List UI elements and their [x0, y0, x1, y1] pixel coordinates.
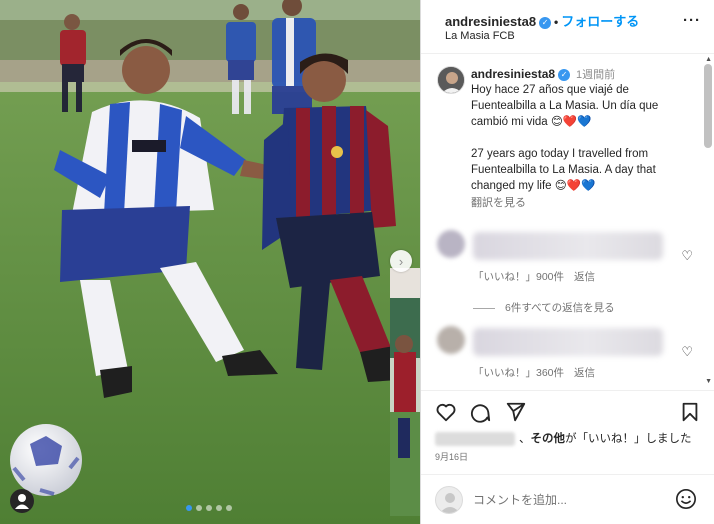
- post-details-panel: andresiniesta8 ✓ • フォローする La Masia FCB ··· …: [420, 0, 714, 524]
- share-paper-plane-icon[interactable]: [505, 401, 527, 423]
- caption-text-es: Hoy hace 27 años que viajé de Fuentealbi…: [471, 84, 659, 128]
- comment-reply-button[interactable]: 返信: [574, 271, 595, 283]
- post-media[interactable]: ›: [0, 0, 420, 524]
- see-translation-link[interactable]: 翻訳を見る: [471, 194, 526, 210]
- comments-scroll-area[interactable]: andresiniesta8 ✓ 1週間前 Hoy hace 27 años que…: [421, 54, 714, 390]
- carousel-dot: [206, 505, 212, 511]
- comment-input[interactable]: [473, 489, 663, 511]
- carousel-dot: [216, 505, 222, 511]
- verified-badge-icon: ✓: [539, 16, 552, 29]
- post-date[interactable]: 9月16日: [435, 450, 468, 463]
- next-arrow-icon[interactable]: ›: [390, 250, 412, 272]
- carousel-indicator: [186, 505, 232, 511]
- like-comment-heart-icon[interactable]: ♡: [681, 344, 693, 360]
- view-replies-link[interactable]: 6件すべての返信を見る: [473, 300, 615, 315]
- current-user-avatar: [435, 486, 463, 514]
- comment-likes[interactable]: 「いいね！」360件: [473, 367, 564, 379]
- carousel-dot: [226, 505, 232, 511]
- football-photo: [0, 0, 420, 524]
- verified-badge-icon: ✓: [558, 68, 571, 81]
- carousel-dot: [186, 505, 192, 511]
- scrollbar-thumb[interactable]: [704, 64, 712, 148]
- user-tag-icon[interactable]: [10, 489, 34, 513]
- comment-bubble-icon[interactable]: [469, 401, 491, 423]
- add-comment-bar: [421, 474, 714, 524]
- post-author: andresiniesta8 ✓ • フォローする: [445, 11, 639, 30]
- follow-button[interactable]: フォローする: [561, 14, 639, 29]
- post-location[interactable]: La Masia FCB: [445, 30, 515, 42]
- caption-avatar[interactable]: [437, 66, 465, 94]
- caption-username[interactable]: andresiniesta8: [471, 67, 555, 81]
- caption-text-en: 27 years ago today I travelled from Fuen…: [471, 148, 656, 192]
- save-bookmark-icon[interactable]: [679, 401, 701, 423]
- caption-header: andresiniesta8 ✓ 1週間前: [471, 66, 615, 82]
- more-options-icon[interactable]: ···: [683, 12, 701, 29]
- scroll-up-arrow-icon[interactable]: ▲: [705, 56, 712, 63]
- comment-meta: 「いいね！」900件 返信: [473, 269, 605, 284]
- comment-text-blurred: [473, 232, 663, 260]
- next-post-preview[interactable]: [390, 268, 420, 516]
- comment-item: ♡ 「いいね！」360件 返信: [437, 326, 707, 386]
- scroll-down-arrow-icon[interactable]: ▼: [705, 378, 712, 385]
- like-comment-heart-icon[interactable]: ♡: [681, 248, 693, 264]
- comment-item: ♡ 「いいね！」900件 返信: [437, 230, 707, 290]
- carousel-dot: [196, 505, 202, 511]
- comment-reply-button[interactable]: 返信: [574, 367, 595, 379]
- post-actions-bar: [421, 390, 714, 430]
- likes-suffix: が「いいね！」しました: [565, 433, 692, 445]
- separator-dot: •: [554, 15, 559, 29]
- post-header: andresiniesta8 ✓ • フォローする La Masia FCB ···: [421, 0, 714, 54]
- liker-name-blurred[interactable]: [435, 431, 515, 446]
- comment-avatar[interactable]: [437, 326, 465, 354]
- likes-sep: 、: [519, 433, 531, 445]
- comment-meta: 「いいね！」360件 返信: [473, 365, 605, 380]
- caption-time[interactable]: 1週間前: [576, 69, 615, 81]
- like-heart-icon[interactable]: [435, 401, 457, 423]
- comment-likes[interactable]: 「いいね！」900件: [473, 271, 564, 283]
- caption-text: Hoy hace 27 años que viajé de Fuentealbi…: [471, 82, 691, 194]
- comment-avatar[interactable]: [437, 230, 465, 258]
- comment-text-blurred: [473, 328, 663, 356]
- emoji-icon[interactable]: [675, 488, 697, 510]
- likes-others-link[interactable]: その他: [531, 433, 566, 445]
- author-username[interactable]: andresiniesta8: [445, 14, 536, 29]
- likes-summary: 、その他が「いいね！」しました: [435, 430, 714, 448]
